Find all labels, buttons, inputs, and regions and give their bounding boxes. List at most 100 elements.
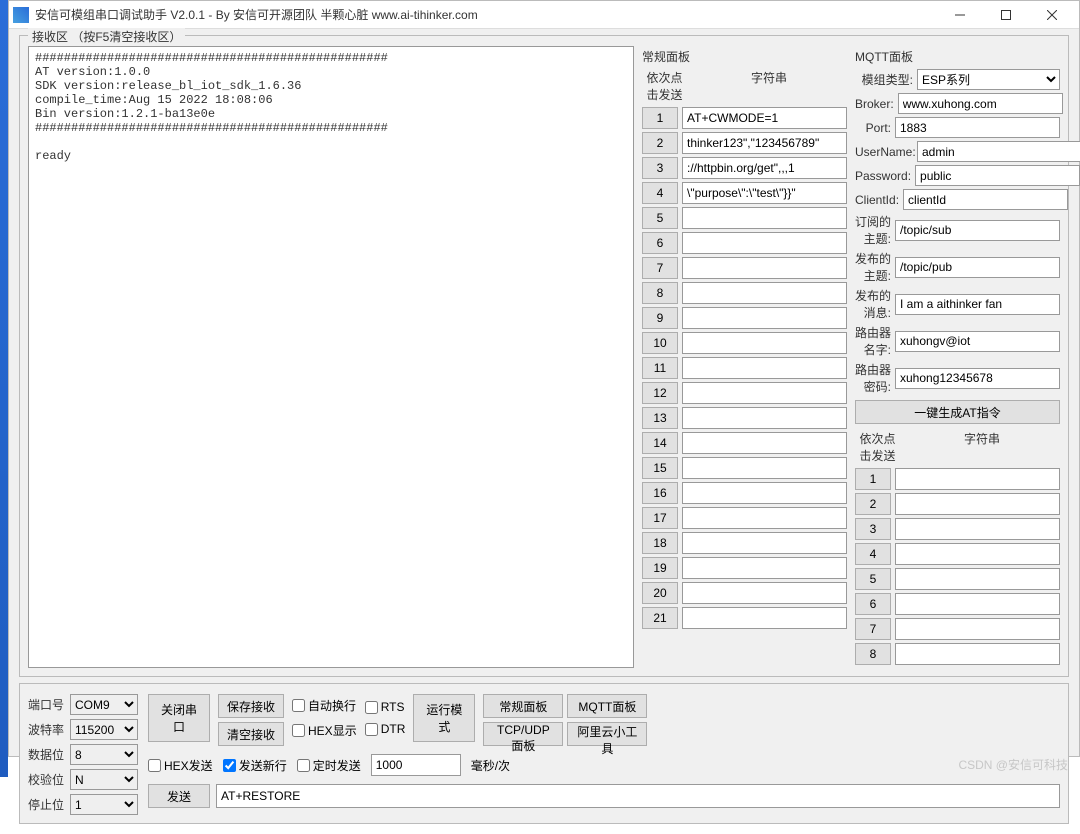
msg-input[interactable] — [895, 294, 1060, 315]
router-name-input[interactable] — [895, 331, 1060, 352]
mqtt-cmd-input-4[interactable] — [895, 543, 1060, 565]
regular-send-button-4[interactable]: 4 — [642, 182, 678, 204]
receive-textarea[interactable]: ########################################… — [28, 46, 634, 668]
regular-send-button-17[interactable]: 17 — [642, 507, 678, 529]
regular-send-button-13[interactable]: 13 — [642, 407, 678, 429]
regular-cmd-input-13[interactable] — [682, 407, 847, 429]
tab-mqtt-button[interactable]: MQTT面板 — [567, 694, 647, 718]
mqtt-cmd-input-1[interactable] — [895, 468, 1060, 490]
username-input[interactable] — [917, 141, 1080, 162]
regular-cmd-input-5[interactable] — [682, 207, 847, 229]
mqtt-cmd-input-3[interactable] — [895, 518, 1060, 540]
hex-show-check[interactable]: HEX显示 — [292, 722, 357, 739]
regular-cmd-input-8[interactable] — [682, 282, 847, 304]
regular-cmd-input-17[interactable] — [682, 507, 847, 529]
regular-cmd-input-21[interactable] — [682, 607, 847, 629]
port-input[interactable] — [895, 117, 1060, 138]
mqtt-cmd-input-7[interactable] — [895, 618, 1060, 640]
regular-send-button-19[interactable]: 19 — [642, 557, 678, 579]
mqtt-send-button-6[interactable]: 6 — [855, 593, 891, 615]
regular-send-button-10[interactable]: 10 — [642, 332, 678, 354]
regular-send-button-1[interactable]: 1 — [642, 107, 678, 129]
maximize-button[interactable] — [983, 1, 1029, 29]
mqtt-send-button-7[interactable]: 7 — [855, 618, 891, 640]
clear-recv-button[interactable]: 清空接收 — [218, 722, 284, 746]
router-pwd-input[interactable] — [895, 368, 1060, 389]
regular-send-button-3[interactable]: 3 — [642, 157, 678, 179]
regular-send-button-16[interactable]: 16 — [642, 482, 678, 504]
timed-send-check[interactable]: 定时发送 — [297, 757, 361, 774]
run-mode-button[interactable]: 运行模式 — [413, 694, 475, 742]
regular-cmd-input-15[interactable] — [682, 457, 847, 479]
regular-send-button-5[interactable]: 5 — [642, 207, 678, 229]
save-recv-button[interactable]: 保存接收 — [218, 694, 284, 718]
sub-input[interactable] — [895, 220, 1060, 241]
regular-cmd-input-11[interactable] — [682, 357, 847, 379]
rts-check[interactable]: RTS — [365, 700, 406, 714]
port-label: Port: — [855, 121, 891, 135]
mqtt-cmd-input-2[interactable] — [895, 493, 1060, 515]
regular-send-button-20[interactable]: 20 — [642, 582, 678, 604]
clientid-input[interactable] — [903, 189, 1068, 210]
minimize-button[interactable] — [937, 1, 983, 29]
regular-cmd-input-19[interactable] — [682, 557, 847, 579]
mqtt-send-button-8[interactable]: 8 — [855, 643, 891, 665]
dtr-check[interactable]: DTR — [365, 722, 406, 736]
username-label: UserName: — [855, 145, 913, 159]
hex-send-check[interactable]: HEX发送 — [148, 757, 213, 774]
regular-cmd-input-4[interactable] — [682, 182, 847, 204]
parity-select[interactable]: N — [70, 769, 138, 790]
data-select[interactable]: 8 — [70, 744, 138, 765]
regular-send-button-8[interactable]: 8 — [642, 282, 678, 304]
auto-wrap-check[interactable]: 自动换行 — [292, 697, 357, 714]
regular-send-button-12[interactable]: 12 — [642, 382, 678, 404]
generate-at-button[interactable]: 一键生成AT指令 — [855, 400, 1060, 424]
baud-select[interactable]: 115200 — [70, 719, 138, 740]
send-input[interactable] — [216, 784, 1060, 808]
send-newline-check[interactable]: 发送新行 — [223, 757, 287, 774]
stop-select[interactable]: 1 — [70, 794, 138, 815]
regular-cmd-input-3[interactable] — [682, 157, 847, 179]
interval-input[interactable] — [371, 754, 461, 776]
mqtt-send-button-5[interactable]: 5 — [855, 568, 891, 590]
titlebar[interactable]: 安信可模组串口调试助手 V2.0.1 - By 安信可开源团队 半颗心脏 www… — [9, 1, 1079, 29]
tab-tcp-button[interactable]: TCP/UDP面板 — [483, 722, 563, 746]
regular-send-button-11[interactable]: 11 — [642, 357, 678, 379]
regular-cmd-input-20[interactable] — [682, 582, 847, 604]
regular-cmd-input-12[interactable] — [682, 382, 847, 404]
port-select[interactable]: COM9 — [70, 694, 138, 715]
regular-send-button-9[interactable]: 9 — [642, 307, 678, 329]
close-button[interactable] — [1029, 1, 1075, 29]
mqtt-send-button-4[interactable]: 4 — [855, 543, 891, 565]
regular-send-button-18[interactable]: 18 — [642, 532, 678, 554]
mqtt-cmd-input-5[interactable] — [895, 568, 1060, 590]
module-type-select[interactable]: ESP系列 — [917, 69, 1060, 90]
regular-cmd-input-14[interactable] — [682, 432, 847, 454]
mqtt-send-button-2[interactable]: 2 — [855, 493, 891, 515]
mqtt-send-button-3[interactable]: 3 — [855, 518, 891, 540]
regular-send-button-15[interactable]: 15 — [642, 457, 678, 479]
regular-cmd-input-2[interactable] — [682, 132, 847, 154]
pub-input[interactable] — [895, 257, 1060, 278]
regular-send-button-2[interactable]: 2 — [642, 132, 678, 154]
broker-input[interactable] — [898, 93, 1063, 114]
regular-cmd-input-1[interactable] — [682, 107, 847, 129]
regular-send-button-21[interactable]: 21 — [642, 607, 678, 629]
regular-send-button-6[interactable]: 6 — [642, 232, 678, 254]
mqtt-cmd-input-6[interactable] — [895, 593, 1060, 615]
send-button[interactable]: 发送 — [148, 784, 210, 808]
regular-cmd-input-10[interactable] — [682, 332, 847, 354]
mqtt-send-button-1[interactable]: 1 — [855, 468, 891, 490]
regular-cmd-input-18[interactable] — [682, 532, 847, 554]
tab-aliyun-button[interactable]: 阿里云小工具 — [567, 722, 647, 746]
regular-cmd-input-16[interactable] — [682, 482, 847, 504]
regular-cmd-input-9[interactable] — [682, 307, 847, 329]
password-input[interactable] — [915, 165, 1080, 186]
mqtt-cmd-input-8[interactable] — [895, 643, 1060, 665]
regular-cmd-input-6[interactable] — [682, 232, 847, 254]
tab-regular-button[interactable]: 常规面板 — [483, 694, 563, 718]
regular-cmd-input-7[interactable] — [682, 257, 847, 279]
close-port-button[interactable]: 关闭串口 — [148, 694, 210, 742]
regular-send-button-14[interactable]: 14 — [642, 432, 678, 454]
regular-send-button-7[interactable]: 7 — [642, 257, 678, 279]
